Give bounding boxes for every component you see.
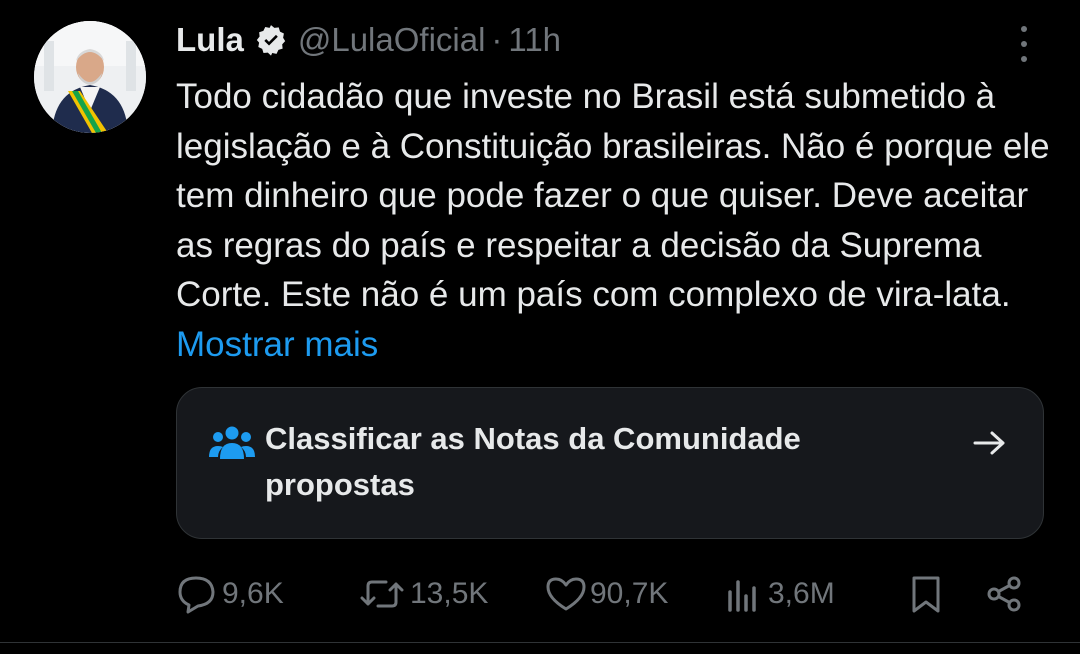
reply-icon [178,576,215,614]
verified-badge-icon[interactable] [254,23,288,57]
author-name[interactable]: Lula [176,21,244,59]
tweet-actions: 9,6K 13,5K 90,7K 3,6M [176,570,1056,618]
author-avatar[interactable] [34,21,146,133]
more-dot-icon [1021,56,1027,62]
views-count: 3,6M [768,577,835,610]
show-more-link[interactable]: Mostrar mais [176,325,378,364]
heart-icon [546,577,586,611]
repost-count: 13,5K [410,577,489,610]
reply-button[interactable]: 9,6K [176,570,284,618]
repost-button[interactable]: 13,5K [356,570,488,618]
tweet-timestamp[interactable]: 11h [508,21,561,59]
views-button[interactable]: 3,6M [722,570,835,618]
tweet-header: Lula @LulaOficial · 11h [176,18,561,62]
community-notes-label: Classificar as Notas da Comunidade propo… [265,421,801,502]
more-dot-icon [1021,26,1027,32]
arrow-right-icon [973,431,1005,455]
more-dot-icon [1021,41,1027,47]
tweet-text: Todo cidadão que investe no Brasil está … [176,72,1056,369]
tweet[interactable]: Lula @LulaOficial · 11h Todo cidadão que… [0,0,1080,654]
share-button[interactable] [982,570,1026,618]
more-options-button[interactable] [1012,24,1036,64]
author-handle[interactable]: @LulaOficial [298,21,486,59]
bottom-divider [0,642,1080,643]
reply-count: 9,6K [222,577,284,610]
avatar-photo [34,21,146,133]
people-icon [209,426,255,459]
like-count: 90,7K [590,577,669,610]
bookmark-icon [912,576,940,613]
share-icon [987,576,1021,612]
like-button[interactable]: 90,7K [544,570,668,618]
header-separator: · [491,21,503,58]
tweet-body: Todo cidadão que investe no Brasil está … [176,77,1050,314]
repost-icon [360,580,404,608]
analytics-icon [728,580,756,612]
bookmark-button[interactable] [904,570,948,618]
community-notes-card[interactable]: Classificar as Notas da Comunidade propo… [176,387,1044,539]
